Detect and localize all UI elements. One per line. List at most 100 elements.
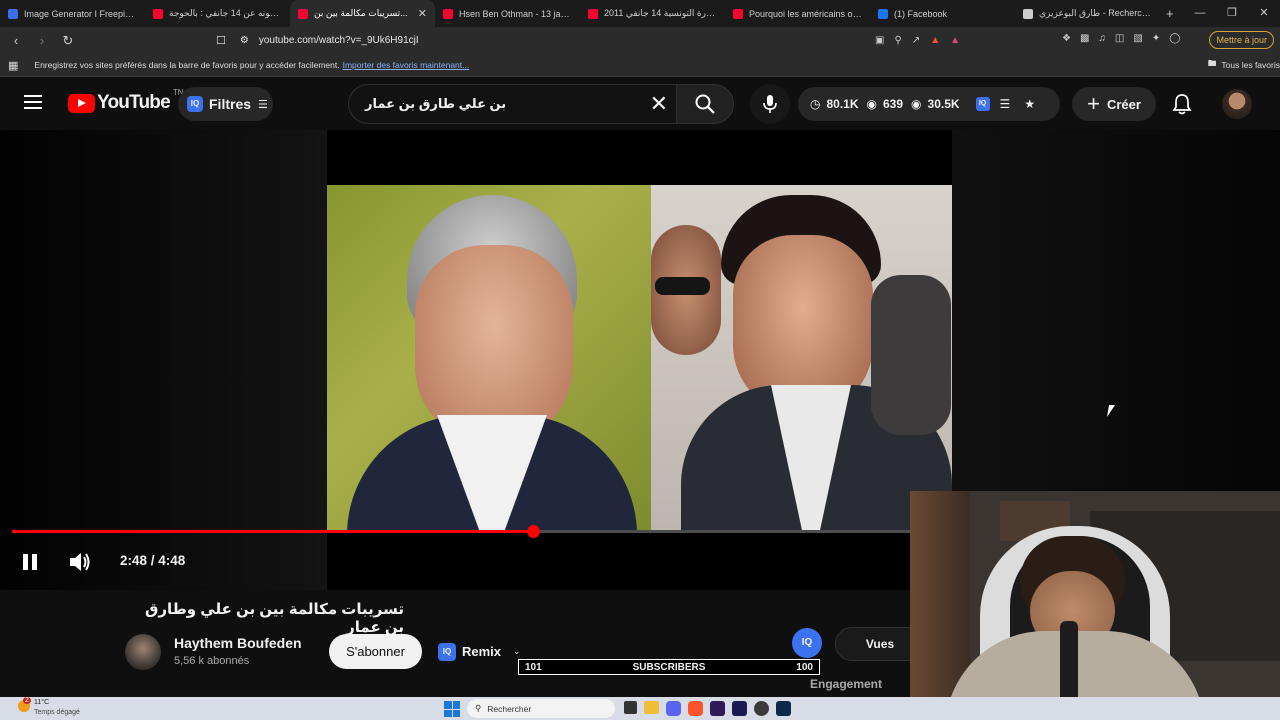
volume-icon[interactable] bbox=[68, 551, 92, 573]
browser-tab[interactable]: طارق البوعزيزي - Recherche Google bbox=[1015, 0, 1160, 27]
progress-fill bbox=[12, 530, 533, 533]
search-button[interactable] bbox=[676, 84, 734, 124]
create-button[interactable]: + Créer bbox=[1072, 87, 1156, 121]
video-frame-left-portrait bbox=[327, 185, 651, 530]
tab-title: الثورة التونسية 14 جانفي 2011 ... bbox=[604, 8, 717, 18]
time-display: 2:48 / 4:48 bbox=[120, 553, 186, 568]
apps-icon[interactable]: ▦ bbox=[8, 59, 18, 72]
subscribe-button[interactable]: S'abonner bbox=[329, 634, 422, 669]
chevron-down-icon: ⌄ bbox=[513, 646, 521, 656]
notifications-icon[interactable] bbox=[1172, 93, 1192, 115]
weather-desc: Temps dégagé bbox=[34, 709, 80, 716]
bookmark-icon[interactable]: ☐ bbox=[216, 34, 226, 47]
stat-other: 30.5K bbox=[927, 97, 960, 111]
task-view-icon[interactable] bbox=[624, 701, 637, 714]
iq-icon: IQ bbox=[187, 96, 203, 112]
cast-icon[interactable]: ▣ bbox=[875, 35, 884, 46]
tab-favicon-icon bbox=[733, 8, 743, 19]
channel-name[interactable]: Haythem Boufeden bbox=[174, 635, 302, 651]
brave-shield-icon[interactable]: ▲ bbox=[930, 35, 940, 46]
browser-tab[interactable]: Image Generator I Freepik AI bbox=[0, 0, 145, 27]
import-bookmarks-link[interactable]: Importer des favoris maintenant... bbox=[343, 60, 470, 70]
extensions-icon[interactable]: ❖ bbox=[1062, 33, 1071, 44]
browser-tab[interactable]: Hsen Ben Othman - 13 janvier bbox=[435, 0, 580, 27]
tab-title: Image Generator I Freepik AI bbox=[24, 8, 137, 19]
photoshop-icon[interactable] bbox=[776, 701, 791, 716]
play-logo-icon bbox=[68, 93, 95, 113]
voice-search-button[interactable] bbox=[750, 84, 790, 124]
brave-icon[interactable] bbox=[688, 701, 703, 716]
media-icon[interactable]: ♫ bbox=[1098, 33, 1106, 44]
windows-taskbar: 2 11°C Temps dégagé ⚲ Rechercher bbox=[0, 697, 1280, 720]
all-bookmarks-link[interactable]: Tous les favoris bbox=[1221, 60, 1280, 70]
list-icon[interactable]: ☰ bbox=[1000, 97, 1011, 111]
site-info-icon[interactable]: ⚙ bbox=[240, 35, 249, 46]
browser-tab[interactable]: (1) Facebook bbox=[870, 0, 1015, 27]
rewards-icon[interactable]: ▲ bbox=[950, 35, 960, 46]
forward-icon[interactable]: › bbox=[32, 33, 52, 48]
clear-search-icon[interactable]: ✕ bbox=[650, 91, 668, 117]
premiere-icon[interactable] bbox=[710, 701, 725, 716]
youtube-logo[interactable]: YouTube TN bbox=[68, 88, 184, 114]
browser-tab[interactable]: الثورة التونسية 14 جانفي 2011 ... bbox=[580, 0, 725, 27]
channel-avatar[interactable] bbox=[125, 634, 161, 670]
tab-title: Pourquoi les américains ont (v bbox=[749, 8, 862, 19]
tab-favicon-icon bbox=[1023, 8, 1033, 19]
update-button[interactable]: Mettre à jour bbox=[1209, 31, 1274, 49]
stat-views: 639 bbox=[883, 97, 904, 111]
microphone-icon bbox=[763, 95, 777, 113]
browser-toolbar: ‹ › ↻ ☐ ⚙ youtube.com/watch?v=_9Uk6H91cj… bbox=[0, 27, 1280, 54]
after-effects-icon[interactable] bbox=[732, 701, 747, 716]
video-title: تسريبات مكالمة بين بن علي وطارق بن عمار bbox=[144, 601, 404, 636]
new-tab-button[interactable]: + bbox=[1166, 6, 1174, 21]
taskbar-search[interactable]: ⚲ Rechercher bbox=[467, 699, 615, 718]
bookmarks-bar: ▦ Enregistrez vos sites préférés dans la… bbox=[0, 54, 1280, 77]
vpn-icon[interactable]: ◯ bbox=[1169, 33, 1180, 44]
iq-stats-icon[interactable]: IQ bbox=[975, 97, 990, 111]
tab-favicon-icon bbox=[588, 8, 598, 19]
subscriber-count: 5,56 k abonnés bbox=[174, 655, 250, 667]
back-icon[interactable]: ‹ bbox=[6, 33, 26, 48]
menu-icon[interactable] bbox=[24, 95, 42, 109]
search-input[interactable]: بن علي طارق بن عمار bbox=[365, 96, 506, 112]
zoom-icon[interactable]: ⚲ bbox=[894, 35, 901, 46]
tab-favicon-icon bbox=[443, 8, 453, 19]
filters-button[interactable]: IQ Filtres ☰ bbox=[178, 87, 273, 121]
pause-button[interactable] bbox=[23, 554, 37, 570]
browser-tab[interactable]: Pourquoi les américains ont (v bbox=[725, 0, 870, 27]
weather-temp: 11°C bbox=[34, 699, 50, 706]
file-explorer-icon[interactable] bbox=[644, 701, 659, 714]
wallet2-icon[interactable]: ▧ bbox=[1133, 33, 1142, 44]
close-tab-icon[interactable]: ✕ bbox=[418, 7, 427, 20]
start-button[interactable] bbox=[444, 701, 460, 717]
eye-icon: ◉ bbox=[866, 97, 877, 111]
trophy-icon[interactable]: ★ bbox=[1024, 97, 1035, 111]
player-controls: 2:48 / 4:48 bbox=[0, 525, 910, 584]
sidebar-icon[interactable]: ◫ bbox=[1115, 33, 1124, 44]
avatar[interactable] bbox=[1222, 89, 1252, 119]
engagement-label[interactable]: Engagement bbox=[810, 677, 882, 691]
iq-badge[interactable]: IQ bbox=[792, 628, 822, 658]
leo-icon[interactable]: ✦ bbox=[1152, 33, 1160, 44]
browser-tab[interactable]: مالا تعرفونه عن 14 جانفي : بالحوجة bbox=[145, 0, 290, 27]
wallet-icon[interactable]: ▩ bbox=[1080, 33, 1089, 44]
url-text[interactable]: youtube.com/watch?v=_9Uk6H91cjI bbox=[259, 35, 419, 46]
reload-icon[interactable]: ↻ bbox=[58, 33, 78, 49]
progress-bar[interactable] bbox=[12, 525, 910, 538]
address-bar[interactable]: ☐ ⚙ youtube.com/watch?v=_9Uk6H91cjI ▣ ⚲ … bbox=[210, 30, 970, 51]
davinci-icon[interactable] bbox=[754, 701, 769, 716]
plus-icon: + bbox=[1087, 91, 1100, 116]
tab-favicon-icon bbox=[153, 8, 163, 19]
video-frame-right-portrait bbox=[651, 185, 952, 530]
minimize-button[interactable]: — bbox=[1184, 0, 1216, 27]
search-box[interactable]: بن علي طارق بن عمار ✕ bbox=[348, 84, 684, 124]
restore-button[interactable]: ❐ bbox=[1216, 0, 1248, 27]
webcam-overlay bbox=[910, 491, 1280, 720]
close-window-button[interactable]: ✕ bbox=[1248, 0, 1280, 27]
discord-icon[interactable] bbox=[666, 701, 681, 716]
progress-scrubber[interactable] bbox=[526, 525, 540, 538]
share-icon[interactable]: ↗ bbox=[912, 35, 920, 46]
weather-widget[interactable]: 2 11°C Temps dégagé bbox=[18, 697, 118, 719]
remix-button[interactable]: IQ Remix ⌄ bbox=[432, 634, 532, 669]
browser-tab[interactable]: تسريبات مكالمة بين بن... ✕ bbox=[290, 0, 435, 27]
